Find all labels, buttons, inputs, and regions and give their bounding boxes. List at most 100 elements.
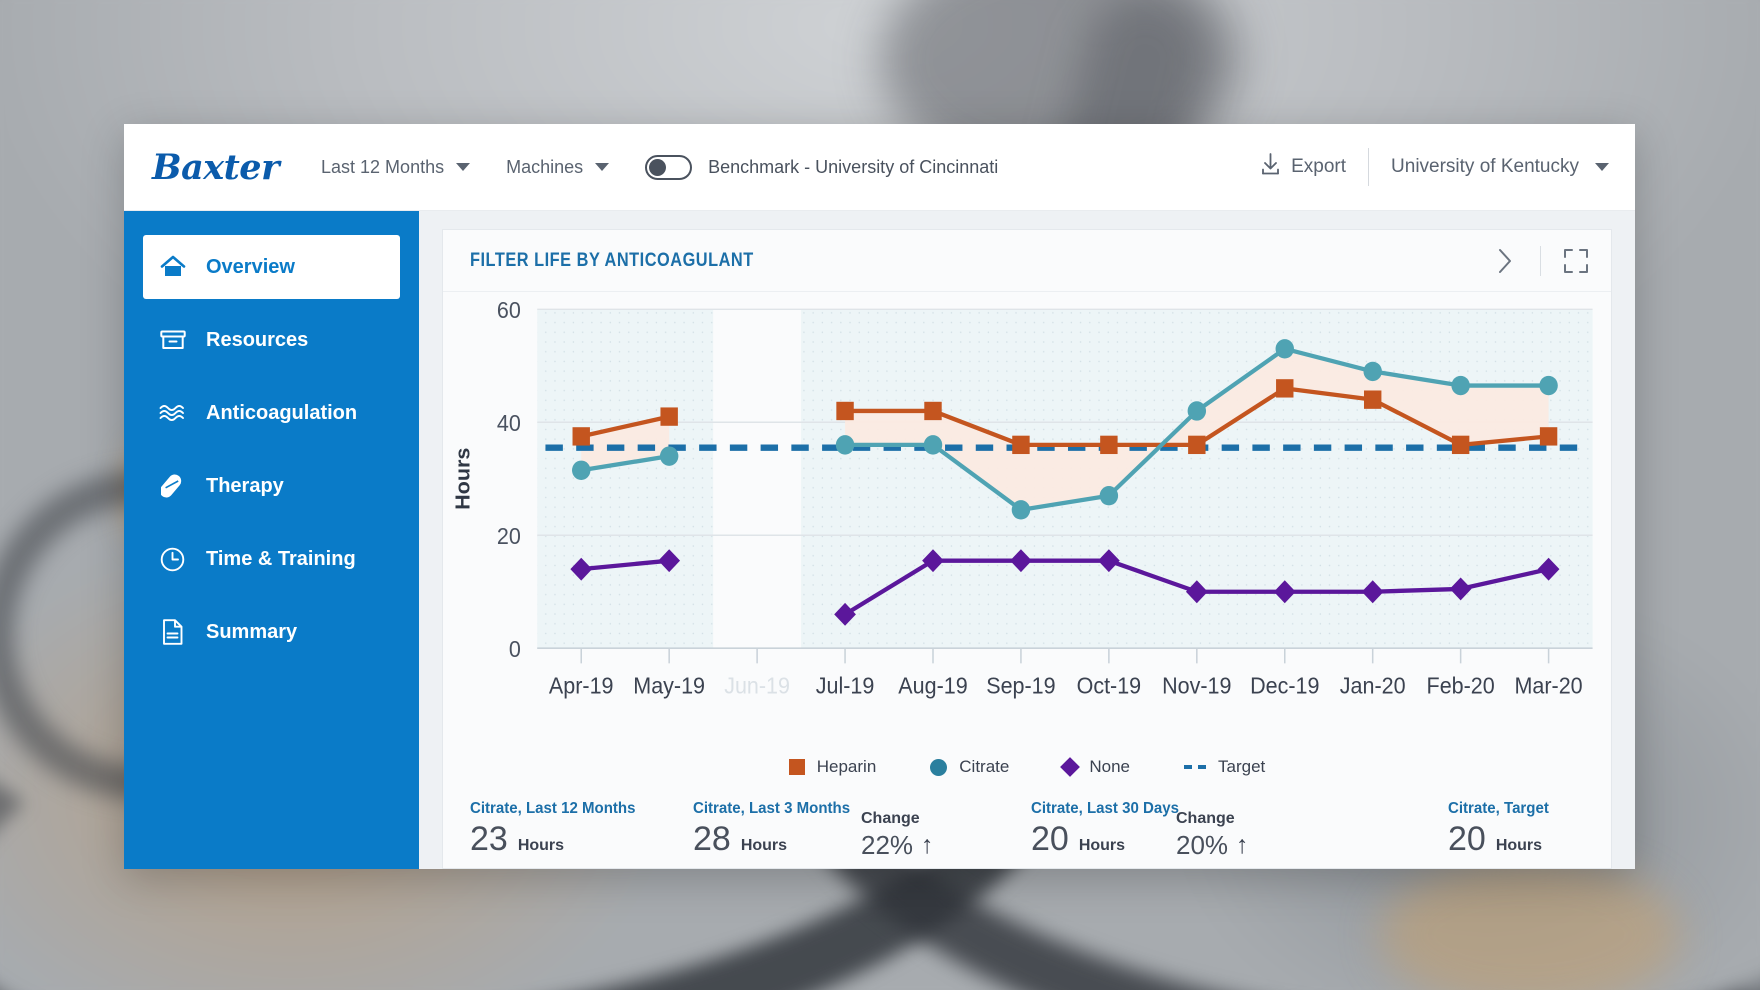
- main-content-area: FILTER LIFE BY ANTICOAGULANT 0 20 40 60 …: [419, 211, 1635, 869]
- change-value-row: 22% ↑: [861, 832, 934, 858]
- sidebar-item-anticoagulation[interactable]: Anticoagulation: [143, 381, 400, 445]
- chart-card-actions: [1490, 245, 1591, 276]
- sidebar-item-resources[interactable]: Resources: [143, 308, 400, 372]
- legend-circle-marker-icon: [930, 758, 948, 776]
- period-filter-label: Last 12 Months: [321, 156, 445, 177]
- kpi-citrate-last-12-months: Citrate, Last 12 Months 23 Hours: [470, 800, 646, 856]
- application-window: Baxter Last 12 Months Machines Benchmark…: [124, 124, 1635, 869]
- change-value: 22%: [861, 830, 914, 860]
- period-filter-dropdown[interactable]: Last 12 Months: [321, 156, 471, 178]
- change-indicator-30-days: Change 20% ↑: [1176, 810, 1249, 858]
- home-icon: [159, 254, 186, 281]
- legend-item-citrate[interactable]: Citrate: [930, 757, 1009, 777]
- benchmark-toggle-group[interactable]: Benchmark - University of Cincinnati: [645, 154, 999, 180]
- arrow-up-icon: ↑: [921, 830, 934, 859]
- svg-text:0: 0: [509, 636, 521, 662]
- benchmark-toggle-switch[interactable]: [645, 154, 693, 180]
- svg-text:Apr-19: Apr-19: [549, 673, 614, 699]
- kpi-value-row: 23 Hours: [470, 822, 646, 856]
- kpi-value: 20: [1448, 820, 1486, 858]
- legend-item-heparin[interactable]: Heparin: [788, 757, 877, 777]
- kpi-label: Citrate, Last 30 Days: [1031, 800, 1179, 817]
- svg-text:Mar-20: Mar-20: [1515, 673, 1583, 699]
- kpi-unit: Hours: [517, 837, 565, 854]
- chart-legend: Heparin Citrate None Target: [443, 740, 1611, 794]
- page-title: FILTER LIFE BY ANTICOAGULANT: [470, 249, 754, 271]
- kpi-unit: Hours: [1078, 837, 1126, 854]
- download-icon: [1260, 152, 1281, 182]
- sidebar-item-overview[interactable]: Overview: [143, 235, 400, 299]
- kpi-value-row: 20 Hours: [1448, 822, 1555, 856]
- filter-life-chart-card: FILTER LIFE BY ANTICOAGULANT 0 20 40 60 …: [442, 229, 1612, 869]
- svg-text:Jun-19: Jun-19: [724, 673, 790, 699]
- sidebar-navigation: Overview Resources Anticoagulation Thera…: [124, 211, 419, 869]
- document-icon: [159, 619, 186, 646]
- archive-box-icon: [159, 327, 186, 354]
- svg-text:Dec-19: Dec-19: [1250, 673, 1319, 699]
- sidebar-item-label: Resources: [206, 328, 309, 351]
- clock-icon: [159, 546, 186, 573]
- sidebar-item-label: Anticoagulation: [206, 401, 358, 424]
- account-label: University of Kentucky: [1391, 156, 1579, 177]
- legend-item-none[interactable]: None: [1060, 757, 1130, 777]
- chevron-down-icon: [456, 163, 471, 171]
- chart-canvas: 0 20 40 60 Hours Apr-19 May-19 Jun-19 Jul-19 Aug-…: [452, 297, 1593, 699]
- chevron-down-icon: [595, 163, 610, 171]
- svg-text:Jan-20: Jan-20: [1340, 673, 1406, 699]
- sidebar-item-label: Therapy: [206, 474, 284, 497]
- chart-card-header: FILTER LIFE BY ANTICOAGULANT: [443, 230, 1611, 292]
- benchmark-toggle-label: Benchmark - University of Cincinnati: [708, 156, 999, 177]
- export-label: Export: [1291, 156, 1347, 177]
- kpi-citrate-target: Citrate, Target 20 Hours: [1448, 800, 1555, 856]
- kpi-unit: Hours: [740, 837, 788, 854]
- legend-diamond-marker-icon: [1060, 757, 1081, 777]
- app-body: Overview Resources Anticoagulation Thera…: [124, 211, 1635, 869]
- machines-filter-dropdown[interactable]: Machines: [506, 156, 610, 178]
- waves-icon: [159, 400, 186, 427]
- filter-life-line-chart[interactable]: 0 20 40 60 Hours Apr-19 May-19 Jun-19 Jul-19 Aug-…: [443, 292, 1611, 740]
- change-indicator-3-months: Change 22% ↑: [861, 810, 934, 858]
- capsule-pill-icon: [159, 473, 186, 500]
- toggle-knob: [649, 158, 667, 176]
- kpi-value-row: 28 Hours: [693, 822, 860, 856]
- chevron-down-icon: [1595, 163, 1609, 171]
- svg-text:Jul-19: Jul-19: [816, 673, 875, 699]
- kpi-unit: Hours: [1495, 837, 1543, 854]
- card-action-divider: [1540, 245, 1541, 276]
- kpi-label: Citrate, Target: [1448, 800, 1549, 817]
- legend-square-marker-icon: [788, 759, 805, 775]
- kpi-citrate-last-3-months: Citrate, Last 3 Months 28 Hours: [693, 800, 860, 856]
- kpi-value: 28: [693, 820, 731, 858]
- change-label: Change: [1176, 810, 1235, 827]
- kpi-label: Citrate, Last 12 Months: [470, 800, 636, 817]
- baxter-logo: Baxter: [152, 146, 280, 188]
- svg-text:Oct-19: Oct-19: [1077, 673, 1142, 699]
- kpi-label: Citrate, Last 3 Months: [693, 800, 851, 817]
- fullscreen-expand-icon[interactable]: [1561, 246, 1591, 276]
- chevron-right-icon[interactable]: [1490, 246, 1520, 276]
- sidebar-item-time-and-training[interactable]: Time & Training: [143, 527, 400, 591]
- kpi-value: 20: [1031, 820, 1069, 858]
- kpi-summary-strip: Citrate, Last 12 Months 23 Hours Citrate…: [443, 794, 1611, 868]
- sidebar-item-summary[interactable]: Summary: [143, 600, 400, 664]
- account-selector-dropdown[interactable]: University of Kentucky: [1369, 156, 1609, 178]
- kpi-citrate-last-30-days: Citrate, Last 30 Days 20 Hours: [1031, 800, 1188, 856]
- svg-text:May-19: May-19: [633, 673, 705, 699]
- machines-filter-label: Machines: [506, 156, 584, 177]
- top-navigation-bar: Baxter Last 12 Months Machines Benchmark…: [124, 124, 1635, 211]
- sidebar-item-therapy[interactable]: Therapy: [143, 454, 400, 518]
- export-button[interactable]: Export: [1260, 152, 1368, 182]
- legend-label: Target: [1218, 757, 1266, 776]
- arrow-up-icon: ↑: [1236, 830, 1249, 859]
- legend-label: Heparin: [816, 757, 877, 776]
- svg-text:Nov-19: Nov-19: [1162, 673, 1231, 699]
- sidebar-item-label: Summary: [206, 620, 298, 643]
- svg-text:Feb-20: Feb-20: [1427, 673, 1495, 699]
- svg-text:20: 20: [497, 523, 521, 549]
- legend-item-target[interactable]: Target: [1184, 757, 1265, 777]
- svg-text:60: 60: [497, 297, 521, 323]
- change-value-row: 20% ↑: [1176, 832, 1249, 858]
- change-value: 20%: [1176, 830, 1229, 860]
- svg-text:Aug-19: Aug-19: [898, 673, 967, 699]
- sidebar-item-label: Overview: [206, 255, 295, 278]
